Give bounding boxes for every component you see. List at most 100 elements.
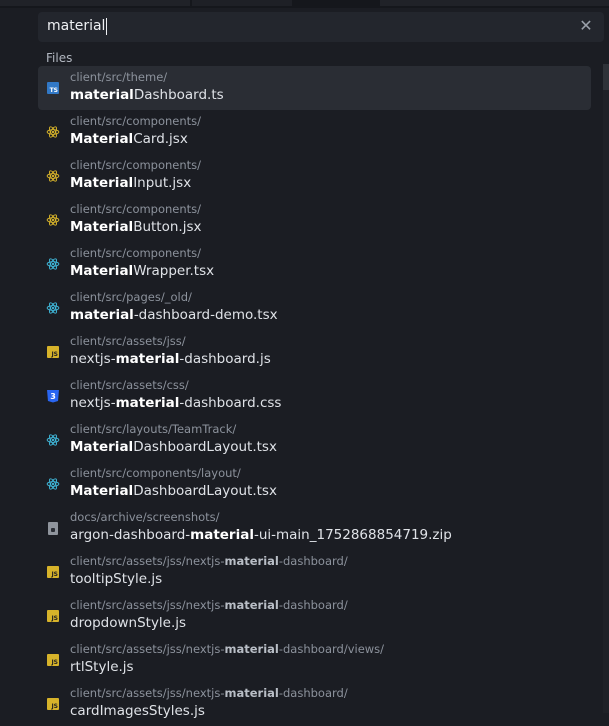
text-part: client/src/assets/jss/nextjs- — [70, 598, 225, 612]
file-path: client/src/theme/ — [70, 70, 167, 84]
text-part: docs/archive/screenshots/ — [70, 510, 220, 524]
file-path: client/src/assets/css/ — [70, 378, 189, 392]
search-input[interactable]: material ✕ — [38, 12, 604, 42]
text-part: DashboardLayout.tsx — [133, 439, 277, 455]
text-part: argon-dashboard- — [70, 527, 191, 543]
file-name: rtlStyle.js — [70, 658, 134, 676]
text-part: -ui-main_1752868854719.zip — [253, 527, 452, 543]
match-highlight: Material — [70, 219, 134, 235]
file-result-item[interactable]: client/src/components/MaterialWrapper.ts… — [38, 242, 591, 286]
zip-icon — [46, 521, 60, 535]
file-name: MaterialCard.jsx — [70, 130, 188, 148]
file-result-item[interactable]: client/src/layouts/TeamTrack/MaterialDas… — [38, 418, 591, 462]
js-icon: JS — [46, 565, 60, 579]
text-part: client/src/assets/jss/nextjs- — [70, 686, 225, 700]
match-highlight: material — [115, 351, 180, 367]
file-name: materialDashboard.ts — [70, 86, 224, 104]
react-jsx-icon — [46, 169, 60, 183]
react-icon — [46, 478, 60, 490]
match-highlight: Material — [70, 483, 134, 499]
file-name: cardImagesStyles.js — [70, 702, 205, 720]
react-tsx-icon — [46, 477, 60, 491]
file-path: client/src/components/ — [70, 158, 201, 172]
file-path: client/src/components/ — [70, 202, 201, 216]
file-name: nextjs-material-dashboard.js — [70, 350, 271, 368]
file-result-item[interactable]: JS client/src/assets/jss/nextjs-material-… — [38, 638, 591, 682]
file-result-item[interactable]: client/src/components/MaterialButton.jsx — [38, 198, 591, 242]
text-part: client/src/components/ — [70, 246, 202, 260]
file-result-item[interactable]: client/src/components/MaterialCard.jsx — [38, 110, 591, 154]
file-result-item[interactable]: JS client/src/assets/jss/nextjs-material-… — [38, 682, 591, 726]
text-part: -dashboard.css — [179, 395, 282, 411]
file-path: client/src/assets/jss/nextjs-material-da… — [70, 554, 348, 568]
file-name: argon-dashboard-material-ui-main_1752868… — [70, 526, 452, 544]
tab-strip-segment — [0, 0, 190, 6]
file-results-list: TS client/src/theme/materialDashboard.ts c… — [38, 66, 591, 726]
text-part: client/src/components/ — [70, 202, 202, 216]
text-part: client/src/assets/jss/ — [70, 334, 186, 348]
search-value[interactable]: material — [47, 18, 108, 35]
file-result-item[interactable]: client/src/components/MaterialInput.jsx — [38, 154, 591, 198]
text-part: -dashboard/views/ — [278, 642, 385, 656]
match-highlight: Material — [70, 263, 134, 279]
text-part: DashboardLayout.tsx — [133, 483, 277, 499]
file-name: dropdownStyle.js — [70, 614, 186, 632]
text-part: client/src/theme/ — [70, 70, 168, 84]
close-icon[interactable]: ✕ — [578, 18, 594, 34]
text-part: rtlStyle.js — [70, 659, 134, 675]
file-path: client/src/layouts/TeamTrack/ — [70, 422, 236, 436]
react-icon — [46, 258, 60, 270]
text-part: Dashboard.ts — [133, 87, 224, 103]
quick-open-panel: material ✕ Files TS client/src/theme/mate… — [35, 8, 609, 719]
react-icon — [46, 170, 60, 182]
file-path: client/src/components/ — [70, 114, 201, 128]
file-result-item[interactable]: 3 client/src/assets/css/nextjs-material-d… — [38, 374, 591, 418]
text-part: client/src/layouts/TeamTrack/ — [70, 422, 237, 436]
text-part: client/src/components/ — [70, 158, 202, 172]
react-tsx-icon — [46, 301, 60, 315]
file-path: client/src/components/layout/ — [70, 466, 241, 480]
editor-tab-strip — [0, 0, 609, 8]
file-name: MaterialDashboardLayout.tsx — [70, 438, 277, 456]
file-path: client/src/assets/jss/nextjs-material-da… — [70, 686, 348, 700]
text-part: tooltipStyle.js — [70, 571, 163, 587]
file-name: tooltipStyle.js — [70, 570, 162, 588]
tab-strip-segment — [380, 0, 609, 6]
react-icon — [46, 434, 60, 446]
text-part: -dashboard.js — [179, 351, 271, 367]
file-name: MaterialButton.jsx — [70, 218, 201, 236]
text-part: Input.jsx — [133, 175, 192, 191]
match-highlight: material — [70, 87, 134, 103]
js-icon: JS — [46, 345, 60, 359]
file-result-item[interactable]: JS client/src/assets/jss/nextjs-material-… — [38, 330, 591, 374]
file-name: material-dashboard-demo.tsx — [70, 306, 278, 324]
file-result-item[interactable]: client/src/pages/_old/material-dashboard… — [38, 286, 591, 330]
match-highlight: material — [115, 395, 180, 411]
match-highlight: material — [224, 554, 279, 568]
match-highlight: Material — [70, 131, 134, 147]
match-highlight: Material — [70, 439, 134, 455]
ts-icon: TS — [46, 81, 60, 95]
file-result-item[interactable]: JS client/src/assets/jss/nextjs-material-… — [38, 550, 591, 594]
text-part: -dashboard-demo.tsx — [133, 307, 278, 323]
scrollbar[interactable] — [603, 64, 609, 713]
match-highlight: material — [70, 307, 134, 323]
file-result-item[interactable]: TS client/src/theme/materialDashboard.ts — [38, 66, 591, 110]
file-name: nextjs-material-dashboard.css — [70, 394, 281, 412]
file-path: client/src/assets/jss/nextjs-material-da… — [70, 598, 348, 612]
scrollbar-thumb[interactable] — [603, 64, 609, 90]
text-part: cardImagesStyles.js — [70, 703, 205, 719]
match-highlight: Material — [70, 175, 134, 191]
css-icon: 3 — [46, 389, 60, 403]
text-part: Button.jsx — [133, 219, 202, 235]
text-part: client/src/assets/jss/nextjs- — [70, 642, 225, 656]
text-part: nextjs- — [70, 395, 116, 411]
react-tsx-icon — [46, 257, 60, 271]
file-result-item[interactable]: JS client/src/assets/jss/nextjs-material-… — [38, 594, 591, 638]
match-highlight: material — [224, 686, 279, 700]
file-path: docs/archive/screenshots/ — [70, 510, 220, 524]
text-part: -dashboard/ — [278, 554, 348, 568]
file-result-item[interactable]: client/src/components/layout/MaterialDas… — [38, 462, 591, 506]
match-highlight: material — [224, 598, 279, 612]
file-result-item[interactable]: docs/archive/screenshots/argon-dashboard… — [38, 506, 591, 550]
